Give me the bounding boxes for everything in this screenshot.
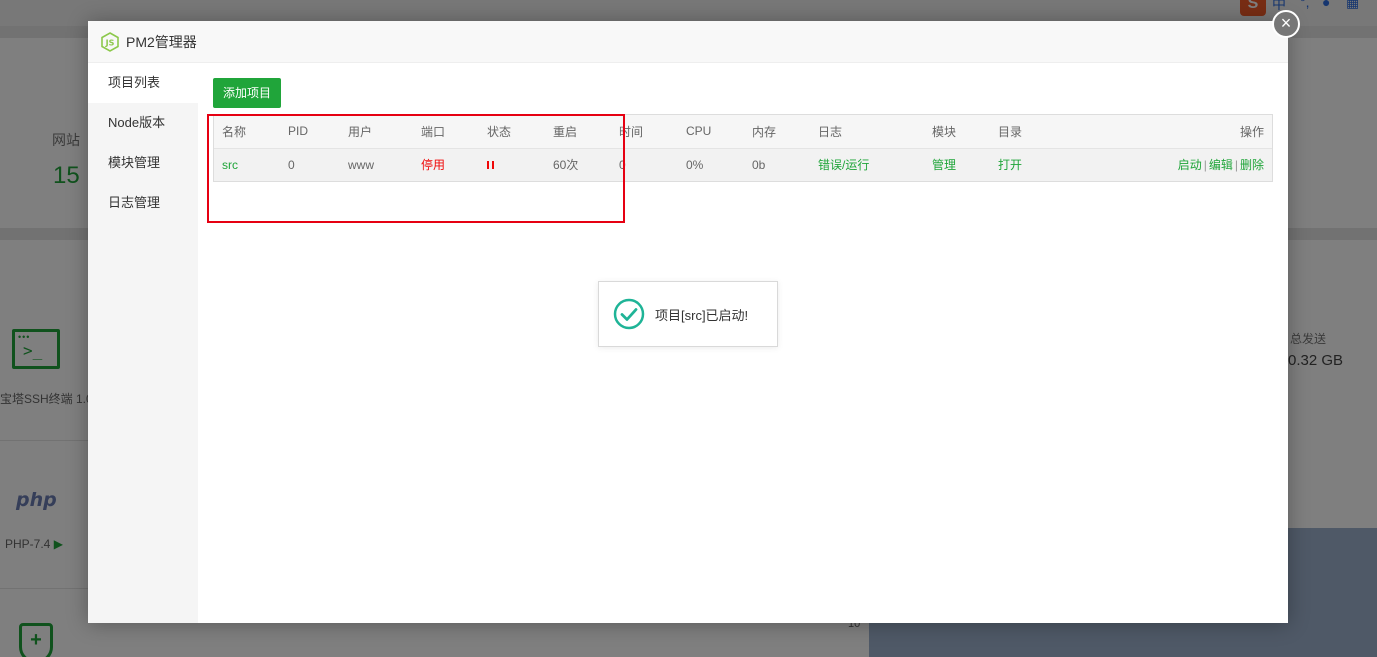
project-status xyxy=(479,148,545,181)
project-table: 名称 PID 用户 端口 状态 重启 时间 CPU 内存 日志 模块 目录 操作 xyxy=(213,114,1273,182)
column-header-directory: 目录 xyxy=(998,124,1023,139)
add-project-button[interactable]: 添加项目 xyxy=(213,78,282,108)
pause-icon[interactable] xyxy=(487,160,494,169)
project-memory: 0b xyxy=(752,157,766,172)
sidebar-item-project-list[interactable]: 项目列表 xyxy=(88,63,198,103)
project-pid: 0 xyxy=(288,157,295,172)
sidebar-item-node-version[interactable]: Node版本 xyxy=(88,103,198,143)
nodejs-icon: JS xyxy=(101,31,119,52)
column-header-cpu: CPU xyxy=(686,124,712,139)
project-restart-count: 60次 xyxy=(553,158,579,173)
column-header-module: 模块 xyxy=(932,124,957,139)
column-header-status: 状态 xyxy=(487,124,512,139)
row-actions: 启动 | 编辑 | 删除 xyxy=(1094,148,1272,181)
check-circle-icon xyxy=(613,298,645,330)
open-directory-link[interactable]: 打开 xyxy=(990,148,1094,181)
dialog-title: PM2管理器 xyxy=(126,33,197,50)
column-header-log: 日志 xyxy=(818,124,843,139)
success-toast: 项目[src]已启动! xyxy=(598,281,778,347)
column-header-time: 时间 xyxy=(619,124,644,139)
table-header-row: 名称 PID 用户 端口 状态 重启 时间 CPU 内存 日志 模块 目录 操作 xyxy=(214,115,1272,148)
column-header-memory: 内存 xyxy=(752,124,777,139)
table-row: src 0 www 停用 60次 0 0% 0b 错误/运行 管理 打开 启动 | xyxy=(214,148,1272,181)
project-port: 停用 xyxy=(421,158,446,173)
svg-text:JS: JS xyxy=(105,38,115,47)
close-button[interactable]: × xyxy=(1272,10,1300,38)
action-separator: | xyxy=(1203,158,1207,173)
dialog-header: JS PM2管理器 xyxy=(88,21,1288,63)
project-cpu: 0% xyxy=(686,157,704,172)
column-header-name: 名称 xyxy=(222,124,247,139)
column-header-pid: PID xyxy=(288,124,309,139)
sidebar-item-module-management[interactable]: 模块管理 xyxy=(88,143,198,183)
column-header-restart: 重启 xyxy=(553,124,578,139)
column-header-actions: 操作 xyxy=(1239,124,1264,139)
project-name: src xyxy=(222,157,238,172)
action-separator: | xyxy=(1234,158,1238,173)
start-link[interactable]: 启动 xyxy=(1178,158,1202,172)
column-header-port: 端口 xyxy=(421,124,446,139)
project-user: www xyxy=(348,157,374,172)
sidebar-item-log-management[interactable]: 日志管理 xyxy=(88,183,198,223)
module-manage-link[interactable]: 管理 xyxy=(924,148,990,181)
project-uptime: 0 xyxy=(619,157,626,172)
delete-link[interactable]: 删除 xyxy=(1240,158,1264,172)
dialog-sidebar: 项目列表 Node版本 模块管理 日志管理 xyxy=(88,63,198,623)
edit-link[interactable]: 编辑 xyxy=(1209,158,1233,172)
column-header-user: 用户 xyxy=(348,124,373,139)
toast-message: 项目[src]已启动! xyxy=(655,307,749,323)
log-link[interactable]: 错误/运行 xyxy=(810,148,924,181)
